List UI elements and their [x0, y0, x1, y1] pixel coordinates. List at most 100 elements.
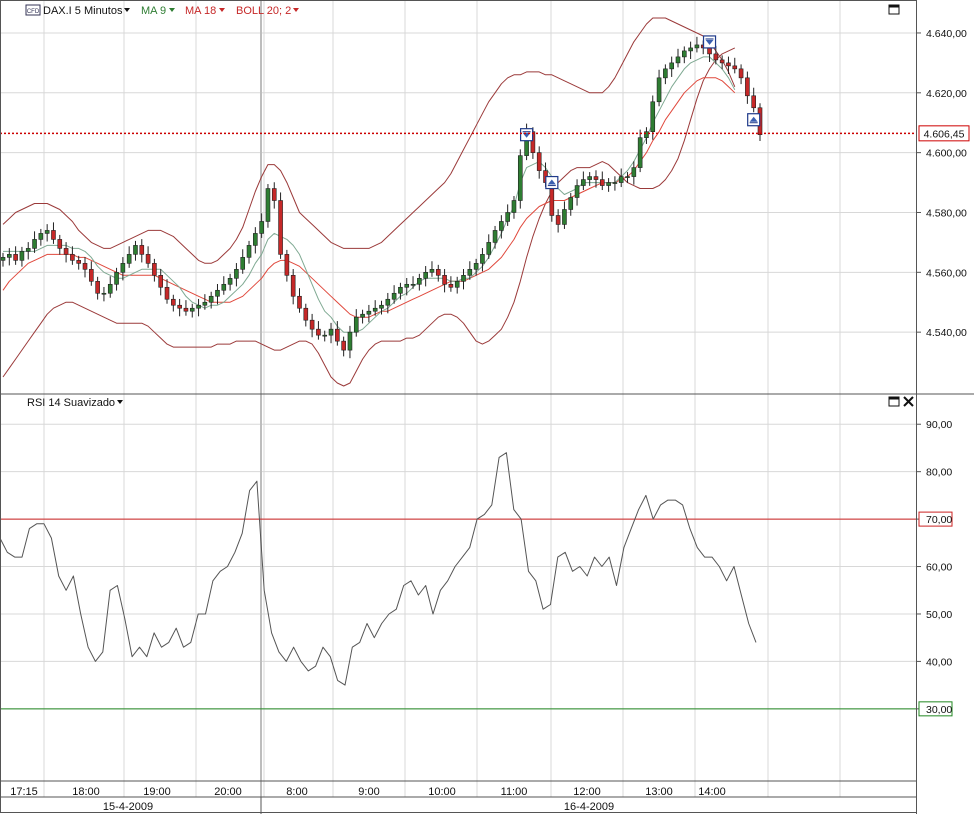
rsi-axis-label: 30,00: [926, 704, 952, 716]
candle-body-down: [751, 95, 756, 109]
candle-body-down: [13, 254, 18, 261]
bollinger-label[interactable]: BOLL 20; 2: [236, 5, 291, 17]
candle-body-up: [618, 176, 624, 183]
candle: [278, 192, 283, 259]
ma9-label[interactable]: MA 9: [141, 5, 166, 17]
candle-body-up: [221, 283, 227, 291]
candle-body-up: [606, 182, 611, 186]
buy-signal-icon[interactable]: [747, 113, 761, 127]
candle-body-up: [410, 283, 416, 286]
sell-signal-icon[interactable]: [702, 35, 717, 49]
candle-body-down: [732, 65, 738, 70]
candle-body-down: [57, 239, 63, 249]
candle-body-up: [208, 295, 214, 303]
time-axis-label: 10:00: [428, 786, 456, 798]
time-axis-label: 13:00: [645, 786, 673, 798]
date-axis-label: 16-4-2009: [564, 801, 614, 813]
candle-body-down: [738, 68, 744, 79]
candle-body-up: [454, 280, 460, 288]
time-axis-label: 11:00: [501, 786, 528, 798]
candle-body-down: [278, 200, 283, 255]
candle-body-down: [284, 254, 290, 276]
candle-body-up: [391, 292, 397, 300]
candle-body-up: [492, 230, 498, 243]
candle-body-up: [417, 278, 422, 285]
candle-body-down: [726, 62, 731, 67]
candle-body-up: [133, 245, 138, 255]
candle-body-up: [669, 62, 674, 70]
candle-body-up: [517, 155, 523, 201]
trading-chart-window: 4.540,00 4.560,00 4.580,00 4.600,00 4.620,00…: [0, 0, 974, 814]
candle-body-up: [694, 44, 700, 49]
rsi-axis-label: 70,00: [926, 514, 952, 526]
candle-body-up: [107, 283, 113, 294]
date-axis-label: 15-4-2009: [103, 801, 153, 813]
candle-body-up: [372, 307, 378, 312]
candle-body-up: [385, 298, 391, 306]
candle-body-up: [480, 254, 485, 264]
candle-body-up: [511, 200, 517, 213]
ma18-label[interactable]: MA 18: [185, 5, 216, 17]
candle-body-up: [379, 304, 384, 309]
candle-body-up: [398, 286, 403, 294]
candle-body-up: [404, 283, 410, 288]
candle: [265, 184, 271, 228]
price-axis-label: 4.620,00: [926, 88, 967, 100]
candle-body-down: [183, 307, 189, 312]
candle-body-up: [650, 101, 656, 132]
price-axis-label: 4.560,00: [926, 267, 967, 279]
candle-body-down: [63, 248, 69, 255]
candle-body-up: [688, 47, 693, 52]
candle-body-up: [473, 263, 479, 270]
candle-body-up: [234, 269, 239, 279]
candle-body-up: [253, 233, 258, 246]
rsi-axis-label: 60,00: [926, 562, 952, 574]
candle-body-up: [32, 239, 37, 249]
candle-body-up: [366, 310, 372, 315]
rsi-axis-label: 40,00: [926, 656, 952, 668]
candle-body-up: [101, 292, 107, 295]
time-axis-label: 18:00: [72, 786, 100, 798]
rsi-axis-label: 50,00: [926, 609, 952, 621]
last-price-value: 4.606,45: [924, 128, 965, 140]
candle: [517, 149, 523, 209]
candle-body-down: [177, 304, 182, 309]
candle-body-up: [631, 167, 637, 177]
candle-body-down: [70, 254, 75, 261]
time-axis-label: 20:00: [214, 786, 242, 798]
candle-body-up: [568, 197, 574, 210]
candle-body-up: [587, 176, 592, 180]
candle-body-down: [51, 230, 56, 240]
candle-body-up: [44, 230, 50, 234]
sell-signal-icon[interactable]: [519, 128, 534, 142]
candle-body-up: [656, 77, 662, 103]
chart-header: CFD DAX.I 5 Minutos MA 9 MA 18 BOLL 20; …: [25, 4, 299, 17]
candle-body-down: [271, 188, 277, 201]
rsi-title[interactable]: RSI 14 Suavizado: [27, 397, 115, 409]
buy-signal-icon[interactable]: [545, 175, 559, 190]
time-axis-label: 17:15: [10, 786, 38, 798]
candle-body-up: [215, 289, 220, 297]
instrument-label[interactable]: DAX.I 5 Minutos: [43, 5, 123, 17]
time-axis-label: 19:00: [143, 786, 171, 798]
price-axis-label: 4.640,00: [926, 28, 967, 40]
candle-body-down: [158, 275, 164, 288]
candle-body-up: [681, 50, 687, 58]
candle-body-down: [89, 269, 94, 282]
candle-body-up: [637, 137, 643, 168]
time-axis-label: 9:00: [358, 786, 379, 798]
candle-body-up: [505, 212, 510, 222]
rsi-axis-label: 90,00: [926, 419, 952, 431]
candle-body-up: [328, 328, 334, 336]
candle-body-up: [581, 179, 586, 186]
candle-body-down: [145, 254, 151, 264]
candle-body-up: [322, 334, 328, 337]
candle-body-up: [19, 251, 25, 261]
candle-body-up: [202, 301, 208, 306]
candle-body-down: [290, 275, 296, 297]
candle-body-up: [347, 331, 353, 351]
candle-body-up: [0, 257, 6, 261]
candle-body-up: [246, 245, 252, 258]
candle-body-down: [719, 59, 725, 64]
candle-body-up: [120, 263, 126, 273]
